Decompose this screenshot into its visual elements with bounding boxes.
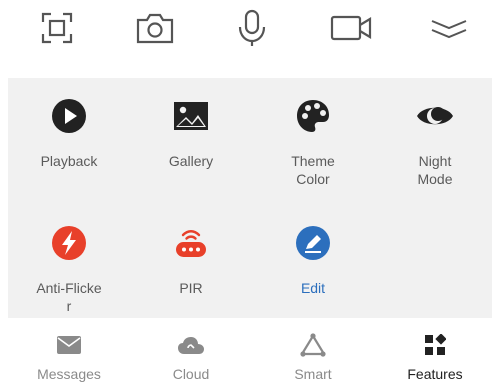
lightning-bolt-icon [52, 226, 86, 260]
edit-pen-icon [296, 226, 330, 260]
feature-night-mode[interactable]: Night Mode [375, 96, 492, 206]
nav-label: Smart [294, 366, 332, 382]
nav-cloud[interactable]: Cloud [136, 332, 246, 387]
bottom-navigation: Messages Cloud Smart Features [0, 320, 492, 387]
talk-button[interactable] [227, 6, 277, 50]
palette-icon [297, 100, 329, 132]
collapse-chevrons-icon [431, 20, 467, 39]
feature-label: Playback [40, 153, 98, 169]
feature-label: Gallery [168, 153, 214, 169]
record-button[interactable] [326, 6, 376, 50]
nav-label: Cloud [172, 366, 210, 382]
feature-label: PIR [179, 280, 203, 296]
feature-edit[interactable]: Edit [253, 223, 373, 333]
envelope-icon [57, 336, 81, 354]
nav-label: Features [407, 366, 463, 382]
microphone-icon [238, 9, 266, 46]
play-circle-icon [52, 99, 86, 133]
feature-label: Night Mode [417, 153, 453, 187]
feature-playback[interactable]: Playback [9, 96, 129, 206]
feature-label: Edit [300, 280, 326, 296]
night-eye-icon [417, 107, 453, 125]
smart-triangle-icon [300, 333, 326, 357]
image-gallery-icon [174, 102, 208, 130]
video-record-icon [330, 15, 372, 41]
screenshot-frame-icon [41, 12, 73, 44]
nav-smart[interactable]: Smart [258, 332, 368, 387]
nav-label: Messages [37, 366, 101, 382]
camera-icon [136, 13, 174, 44]
nav-features[interactable]: Features [380, 332, 490, 387]
snapshot-button[interactable] [130, 6, 180, 50]
features-panel: Playback Gallery Theme Color Night Mode … [8, 78, 492, 318]
pir-sensor-icon [176, 230, 206, 257]
grid-features-icon [425, 334, 446, 355]
camera-toolbar [0, 0, 492, 62]
collapse-button[interactable] [424, 6, 474, 50]
feature-theme-color[interactable]: Theme Color [253, 96, 373, 206]
feature-anti-flicker[interactable]: Anti-Flicke r [9, 223, 129, 333]
feature-pir[interactable]: PIR [131, 223, 251, 333]
screenshot-button[interactable] [32, 6, 82, 50]
feature-label: Theme Color [291, 153, 335, 187]
feature-gallery[interactable]: Gallery [131, 96, 251, 206]
cloud-icon [178, 337, 204, 354]
nav-messages[interactable]: Messages [14, 332, 124, 387]
feature-label: Anti-Flicke r [36, 280, 102, 314]
